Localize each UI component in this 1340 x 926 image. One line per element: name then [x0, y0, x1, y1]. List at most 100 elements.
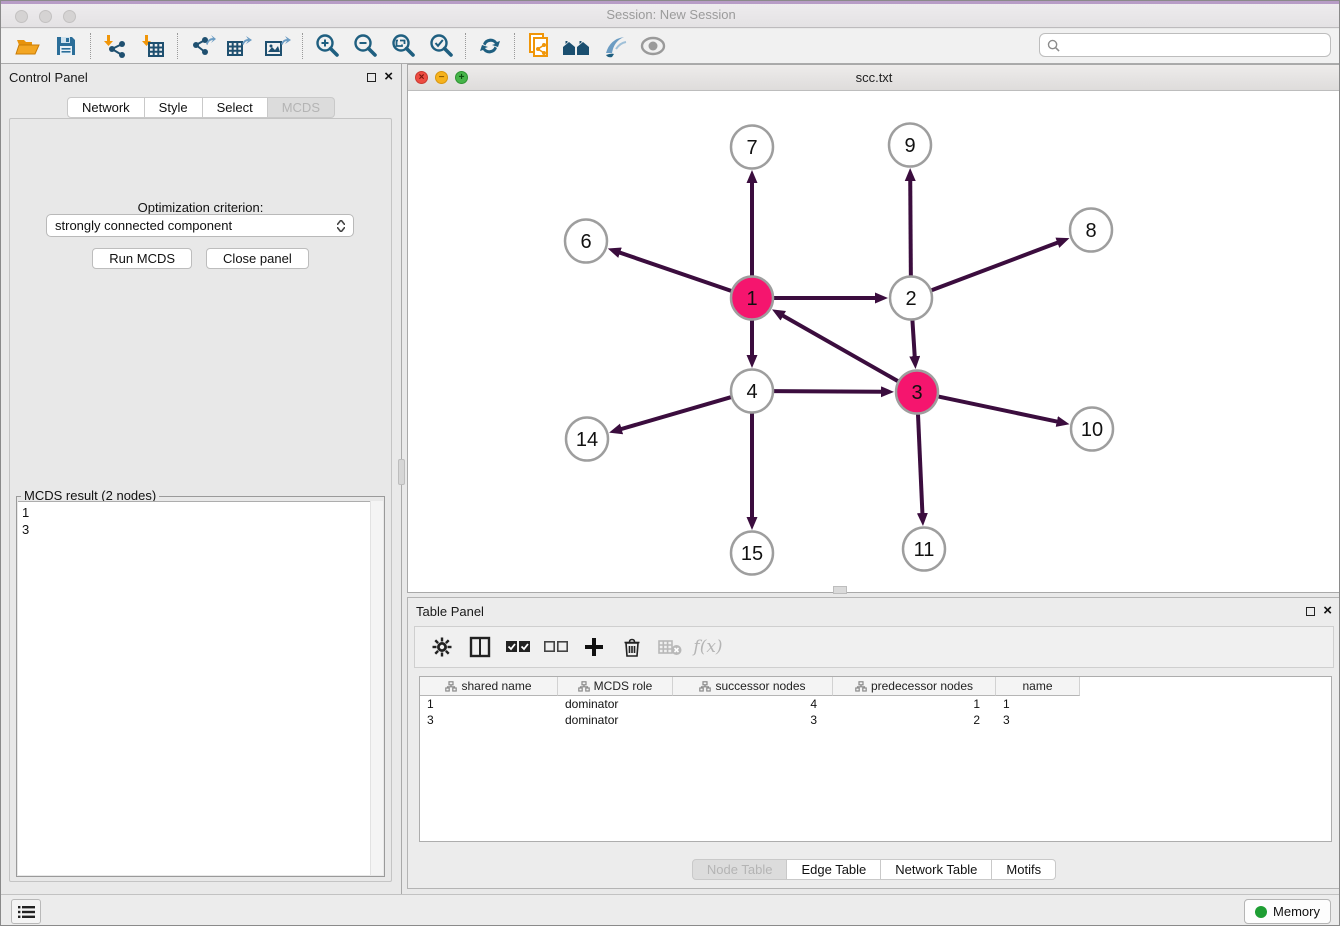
tab-network-table[interactable]: Network Table	[881, 859, 992, 880]
graph-node-9[interactable]: 9	[889, 124, 931, 167]
close-table-panel-icon[interactable]: ×	[1323, 606, 1332, 616]
select-all-columns-button[interactable]	[501, 631, 535, 663]
table-cell: 3	[420, 712, 558, 728]
save-session-icon	[54, 34, 78, 58]
import-network-button[interactable]	[96, 31, 134, 61]
export-table-button[interactable]	[221, 31, 259, 61]
edge-1-6[interactable]	[618, 252, 731, 291]
apply-style-button[interactable]	[596, 31, 634, 61]
edge-3-11[interactable]	[918, 414, 923, 515]
sort-column-icon[interactable]	[699, 681, 711, 692]
delete-table-button[interactable]	[653, 631, 687, 663]
edge-2-3[interactable]	[912, 320, 914, 358]
result-scrollbar[interactable]	[370, 501, 383, 875]
gear-button[interactable]	[425, 631, 459, 663]
edge-2-9[interactable]	[910, 179, 911, 276]
table-type-tabs: Node TableEdge TableNetwork TableMotifs	[408, 859, 1340, 880]
edge-2-8[interactable]	[932, 242, 1060, 290]
zoom-fit-button[interactable]	[384, 31, 422, 61]
export-network-button[interactable]	[183, 31, 221, 61]
delete-column-icon	[623, 637, 641, 658]
search-field[interactable]	[1039, 33, 1331, 57]
zoom-selected-button[interactable]	[422, 31, 460, 61]
tab-edge-table[interactable]: Edge Table	[787, 859, 881, 880]
task-history-button[interactable]	[11, 899, 41, 924]
sort-column-icon[interactable]	[445, 681, 457, 692]
graph-node-4[interactable]: 4	[731, 370, 773, 413]
import-table-button[interactable]	[134, 31, 172, 61]
show-hide-button[interactable]	[634, 31, 672, 61]
open-session-button[interactable]	[9, 31, 47, 61]
close-panel-icon[interactable]: ×	[384, 72, 393, 82]
network-canvas[interactable]: 7 9 6 8 1 2 4 3 14 10 15 11	[408, 91, 1340, 592]
mcds-result-line: 1	[22, 504, 379, 521]
toolbar-separator	[177, 33, 178, 59]
sort-column-icon[interactable]	[578, 681, 590, 692]
graph-node-7[interactable]: 7	[731, 126, 773, 169]
memory-button[interactable]: Memory	[1244, 899, 1331, 924]
mcds-result-text[interactable]: 13	[18, 501, 383, 875]
tab-mcds[interactable]: MCDS	[268, 97, 335, 118]
graph-node-11[interactable]: 11	[903, 528, 945, 571]
tab-style[interactable]: Style	[145, 97, 203, 118]
zoom-out-icon	[352, 33, 378, 59]
add-column-button[interactable]	[577, 631, 611, 663]
table-row[interactable]: 1dominator411	[420, 696, 1331, 712]
graph-node-8[interactable]: 8	[1070, 209, 1112, 252]
network-graph[interactable]: 7 9 6 8 1 2 4 3 14 10 15 11	[408, 91, 1340, 592]
run-mcds-button[interactable]: Run MCDS	[92, 248, 192, 269]
function-builder-button[interactable]: f(x)	[691, 631, 725, 663]
sort-column-icon[interactable]	[855, 681, 867, 692]
delete-column-button[interactable]	[615, 631, 649, 663]
column-header-MCDS-role[interactable]: MCDS role	[558, 677, 673, 696]
criterion-dropdown[interactable]: strongly connected component	[46, 214, 354, 237]
graph-node-6[interactable]: 6	[565, 220, 607, 263]
save-session-button[interactable]	[47, 31, 85, 61]
float-panel-icon[interactable]	[367, 73, 376, 82]
graph-node-2[interactable]: 2	[890, 277, 932, 320]
tab-select[interactable]: Select	[203, 97, 268, 118]
task-list-icon	[18, 905, 35, 919]
graph-node-14[interactable]: 14	[566, 418, 608, 461]
table-cell: 2	[833, 712, 996, 728]
column-header-shared-name[interactable]: shared name	[420, 677, 558, 696]
split-columns-button[interactable]	[463, 631, 497, 663]
control-panel: Control Panel × NetworkStyleSelectMCDS O…	[1, 64, 402, 894]
deselect-all-columns-button[interactable]	[539, 631, 573, 663]
graph-node-1[interactable]: 1	[731, 277, 773, 320]
show-hide-icon	[639, 35, 667, 57]
edge-4-3[interactable]	[774, 391, 883, 392]
zoom-out-button[interactable]	[346, 31, 384, 61]
table-row[interactable]: 3dominator323	[420, 712, 1331, 728]
column-header-name[interactable]: name	[996, 677, 1080, 696]
control-panel-tabs: NetworkStyleSelectMCDS	[1, 97, 401, 118]
search-input[interactable]	[1065, 37, 1323, 53]
criterion-dropdown-value: strongly connected component	[55, 218, 232, 233]
export-image-button[interactable]	[259, 31, 297, 61]
vertical-split-handle[interactable]	[398, 459, 405, 485]
tab-node-table[interactable]: Node Table	[692, 859, 788, 880]
graph-node-15[interactable]: 15	[731, 532, 773, 575]
graph-node-10[interactable]: 10	[1071, 408, 1113, 451]
edge-3-1[interactable]	[782, 315, 898, 381]
zoom-in-icon	[314, 33, 340, 59]
edge-4-14[interactable]	[620, 397, 731, 429]
node-table[interactable]: shared nameMCDS rolesuccessor nodesprede…	[419, 676, 1332, 842]
column-header-successor-nodes[interactable]: successor nodes	[673, 677, 833, 696]
edge-3-10[interactable]	[939, 397, 1059, 422]
refresh-layout-button[interactable]	[471, 31, 509, 61]
table-panel-header: Table Panel ×	[408, 598, 1340, 624]
tab-motifs[interactable]: Motifs	[992, 859, 1056, 880]
float-table-panel-icon[interactable]	[1306, 607, 1315, 616]
horizontal-split-handle[interactable]	[833, 586, 847, 594]
close-panel-button[interactable]: Close panel	[206, 248, 309, 269]
graph-node-3[interactable]: 3	[896, 371, 938, 414]
first-neighbors-button[interactable]	[558, 31, 596, 61]
status-bar: Memory	[1, 894, 1340, 926]
network-titlebar[interactable]: × − + scc.txt	[408, 65, 1340, 91]
tab-network[interactable]: Network	[67, 97, 145, 118]
node-label: 11	[914, 539, 935, 561]
duplicate-network-button[interactable]	[520, 31, 558, 61]
column-header-predecessor-nodes[interactable]: predecessor nodes	[833, 677, 996, 696]
zoom-in-button[interactable]	[308, 31, 346, 61]
